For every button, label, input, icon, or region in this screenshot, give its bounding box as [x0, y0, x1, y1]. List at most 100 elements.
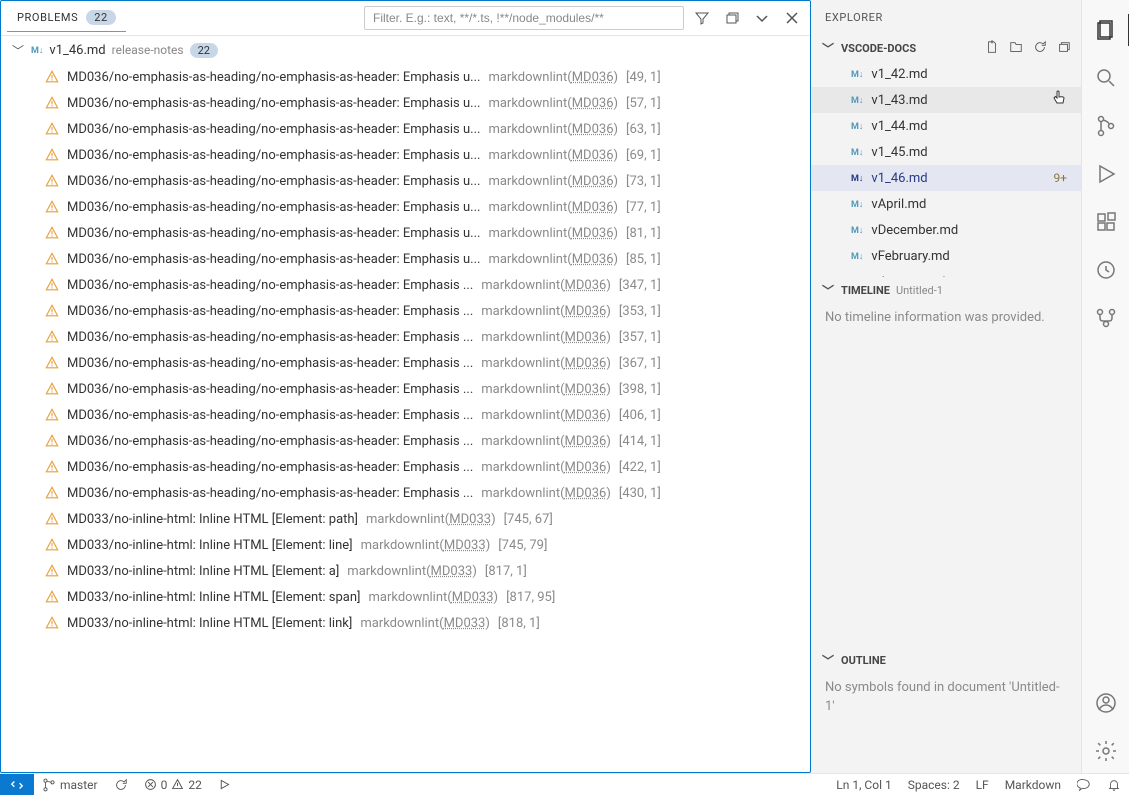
activity-github[interactable]	[1082, 296, 1129, 340]
problem-row[interactable]: MD036/no-emphasis-as-heading/no-emphasis…	[5, 64, 810, 90]
problem-location: [357, 1]	[619, 330, 661, 345]
file-item[interactable]: M↓v1_45.md	[811, 139, 1081, 165]
status-remote[interactable]	[0, 774, 34, 795]
problem-row[interactable]: MD036/no-emphasis-as-heading/no-emphasis…	[5, 402, 810, 428]
file-item[interactable]: M↓vApril.md	[811, 191, 1081, 217]
file-item[interactable]: M↓vFebruary.md	[811, 243, 1081, 269]
problem-location: [49, 1]	[626, 70, 661, 85]
problem-location: [414, 1]	[619, 434, 661, 449]
problem-row[interactable]: MD033/no-inline-html: Inline HTML [Eleme…	[5, 610, 810, 636]
problems-list[interactable]: MD036/no-emphasis-as-heading/no-emphasis…	[1, 64, 810, 772]
problem-source: markdownlint(MD036)	[481, 330, 611, 345]
problem-location: [57, 1]	[626, 96, 661, 111]
problem-row[interactable]: MD033/no-inline-html: Inline HTML [Eleme…	[5, 558, 810, 584]
problem-row[interactable]: MD033/no-inline-html: Inline HTML [Eleme…	[5, 532, 810, 558]
problem-row[interactable]: MD036/no-emphasis-as-heading/no-emphasis…	[5, 220, 810, 246]
file-item-name: v1_45.md	[871, 145, 927, 160]
file-item[interactable]: M↓vJanuary.md	[811, 269, 1081, 277]
status-position[interactable]: Ln 1, Col 1	[828, 774, 899, 795]
problem-message: MD036/no-emphasis-as-heading/no-emphasis…	[67, 304, 473, 319]
markdown-icon: M↓	[851, 69, 863, 80]
problem-source: markdownlint(MD036)	[481, 486, 611, 501]
problem-row[interactable]: MD036/no-emphasis-as-heading/no-emphasis…	[5, 376, 810, 402]
status-sync[interactable]	[106, 774, 136, 795]
problem-row[interactable]: MD036/no-emphasis-as-heading/no-emphasis…	[5, 142, 810, 168]
problem-row[interactable]: MD036/no-emphasis-as-heading/no-emphasis…	[5, 298, 810, 324]
problem-message: MD036/no-emphasis-as-heading/no-emphasis…	[67, 330, 473, 345]
filter-icon[interactable]	[690, 6, 714, 30]
status-bell-icon[interactable]	[1099, 774, 1129, 795]
problem-message: MD033/no-inline-html: Inline HTML [Eleme…	[67, 616, 352, 631]
file-item[interactable]: M↓vDecember.md	[811, 217, 1081, 243]
chevron-down-icon[interactable]	[750, 6, 774, 30]
file-group-header[interactable]: ﹀ M↓ v1_46.md release-notes 22	[1, 36, 810, 64]
problem-source: markdownlint(MD036)	[488, 252, 618, 267]
refresh-icon[interactable]	[1033, 40, 1047, 57]
status-branch[interactable]: master	[34, 774, 106, 795]
problem-row[interactable]: MD036/no-emphasis-as-heading/no-emphasis…	[5, 246, 810, 272]
activity-explorer[interactable]	[1082, 8, 1129, 52]
new-file-icon[interactable]	[985, 40, 999, 57]
warning-icon	[45, 408, 59, 422]
file-item[interactable]: M↓v1_43.md	[811, 87, 1081, 113]
file-item[interactable]: M↓v1_42.md	[811, 61, 1081, 87]
outline-header[interactable]: ﹀ OUTLINE	[811, 647, 1081, 673]
warning-icon	[45, 200, 59, 214]
problem-row[interactable]: MD036/no-emphasis-as-heading/no-emphasis…	[5, 168, 810, 194]
status-language[interactable]: Markdown	[997, 774, 1069, 795]
problem-location: [69, 1]	[626, 148, 661, 163]
problem-message: MD033/no-inline-html: Inline HTML [Eleme…	[67, 590, 360, 605]
problem-location: [367, 1]	[619, 356, 661, 371]
problem-row[interactable]: MD036/no-emphasis-as-heading/no-emphasis…	[5, 350, 810, 376]
collapse-folders-icon[interactable]	[1057, 40, 1071, 57]
status-run-icon[interactable]	[210, 774, 239, 795]
problem-source: markdownlint(MD036)	[488, 70, 618, 85]
problem-message: MD036/no-emphasis-as-heading/no-emphasis…	[67, 200, 480, 215]
filter-input[interactable]	[364, 6, 684, 30]
activity-accounts[interactable]	[1082, 681, 1129, 725]
problem-source: markdownlint(MD036)	[481, 434, 611, 449]
status-feedback-icon[interactable]	[1069, 774, 1099, 795]
problem-row[interactable]: MD036/no-emphasis-as-heading/no-emphasis…	[5, 454, 810, 480]
timeline-header[interactable]: ﹀ TIMELINE Untitled-1	[811, 277, 1081, 303]
file-item-name: vDecember.md	[871, 223, 958, 238]
activity-settings[interactable]	[1082, 729, 1129, 773]
tab-problems[interactable]: PROBLEMS 22	[7, 4, 126, 32]
chevron-down-icon: ﹀	[821, 40, 835, 57]
problem-message: MD036/no-emphasis-as-heading/no-emphasis…	[67, 356, 473, 371]
activity-run[interactable]	[1082, 152, 1129, 196]
folder-section-header[interactable]: ﹀ VSCODE-DOCS	[811, 35, 1081, 61]
status-bar: master 0 22 Ln 1, Col 1 Spaces: 2 LF Mar…	[0, 773, 1129, 795]
new-folder-icon[interactable]	[1009, 40, 1023, 57]
warning-icon	[45, 538, 59, 552]
problem-row[interactable]: MD033/no-inline-html: Inline HTML [Eleme…	[5, 584, 810, 610]
problem-row[interactable]: MD033/no-inline-html: Inline HTML [Eleme…	[5, 506, 810, 532]
outline-title: OUTLINE	[841, 654, 886, 667]
file-item[interactable]: M↓v1_46.md9+	[811, 165, 1081, 191]
file-tree[interactable]: M↓v1_42.mdM↓v1_43.mdM↓v1_44.mdM↓v1_45.md…	[811, 61, 1081, 277]
activity-source-control[interactable]	[1082, 104, 1129, 148]
activity-search[interactable]	[1082, 56, 1129, 100]
problem-row[interactable]: MD036/no-emphasis-as-heading/no-emphasis…	[5, 194, 810, 220]
hand-cursor-icon	[1051, 90, 1067, 106]
status-spaces[interactable]: Spaces: 2	[900, 774, 968, 795]
problem-message: MD033/no-inline-html: Inline HTML [Eleme…	[67, 512, 358, 527]
activity-extensions[interactable]	[1082, 200, 1129, 244]
problem-source: markdownlint(MD036)	[481, 356, 611, 371]
warning-icon	[45, 226, 59, 240]
problem-message: MD036/no-emphasis-as-heading/no-emphasis…	[67, 434, 473, 449]
collapse-all-icon[interactable]	[720, 6, 744, 30]
warning-icon	[45, 564, 59, 578]
status-eol[interactable]: LF	[968, 774, 997, 795]
activity-remote-explorer[interactable]	[1082, 248, 1129, 292]
problem-row[interactable]: MD036/no-emphasis-as-heading/no-emphasis…	[5, 324, 810, 350]
problem-row[interactable]: MD036/no-emphasis-as-heading/no-emphasis…	[5, 272, 810, 298]
status-problems[interactable]: 0 22	[136, 774, 210, 795]
problem-row[interactable]: MD036/no-emphasis-as-heading/no-emphasis…	[5, 480, 810, 506]
problem-row[interactable]: MD036/no-emphasis-as-heading/no-emphasis…	[5, 116, 810, 142]
file-item[interactable]: M↓v1_44.md	[811, 113, 1081, 139]
close-icon[interactable]	[780, 6, 804, 30]
side-panel: EXPLORER ﹀ VSCODE-DOCS M↓v1_42.mdM↓v1_43…	[811, 0, 1081, 773]
problem-row[interactable]: MD036/no-emphasis-as-heading/no-emphasis…	[5, 90, 810, 116]
problem-row[interactable]: MD036/no-emphasis-as-heading/no-emphasis…	[5, 428, 810, 454]
